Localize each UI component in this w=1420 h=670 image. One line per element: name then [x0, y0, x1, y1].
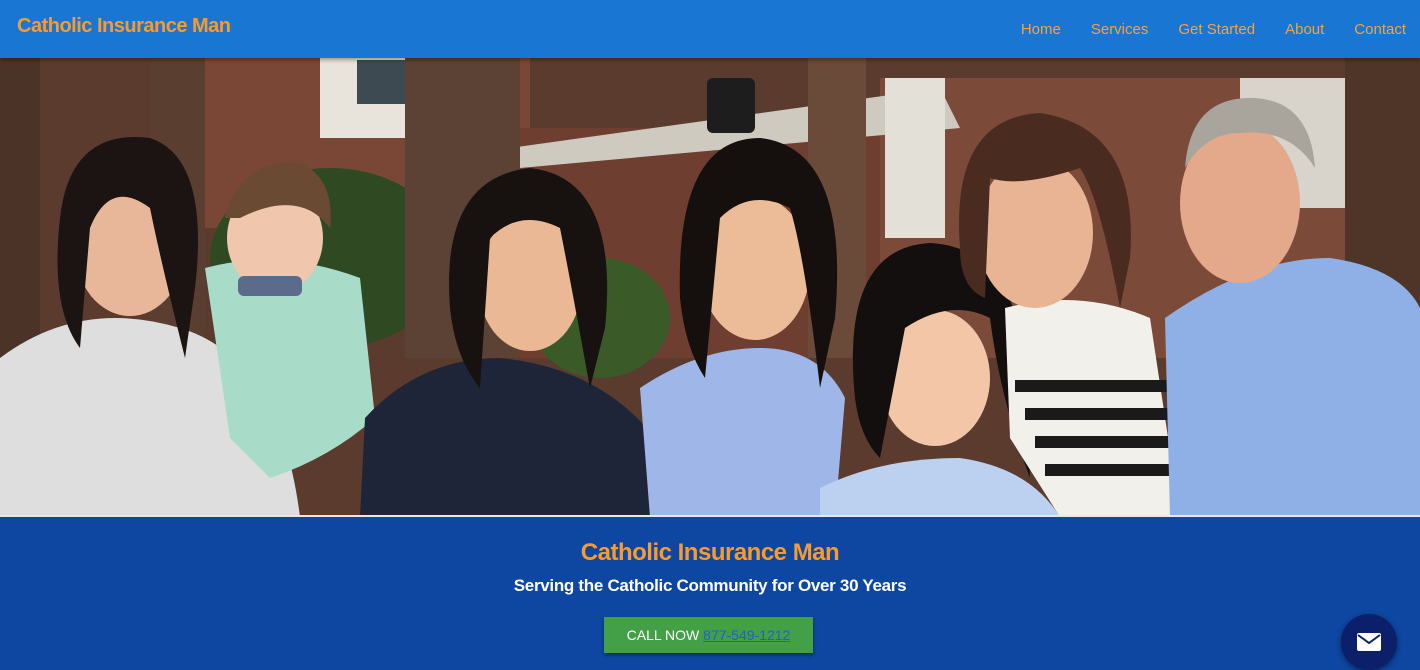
call-now-button[interactable]: CALL NOW 877-549-1212 [604, 617, 813, 653]
contact-mail-button[interactable] [1341, 614, 1397, 670]
call-now-label: CALL NOW [626, 627, 704, 643]
brand-logo-link[interactable]: Catholic Insurance Man [17, 15, 231, 38]
banner-subtitle: Serving the Catholic Community for Over … [513, 576, 907, 595]
hero-banner: Catholic Insurance Man Serving the Catho… [0, 519, 1420, 669]
hero-family-photo [0, 58, 1420, 517]
nav-link-get-started[interactable]: Get Started [1178, 21, 1255, 38]
navbar: Catholic Insurance Man Home Services Get… [0, 0, 1420, 58]
nav-link-about[interactable]: About [1285, 21, 1324, 38]
nav-link-home[interactable]: Home [1021, 21, 1061, 38]
nav-link-services[interactable]: Services [1091, 21, 1149, 38]
family-photo-illustration [0, 58, 1420, 515]
nav-menu: Home Services Get Started About Contact [1006, 0, 1414, 58]
phone-number-link[interactable]: 877-549-1212 [703, 627, 790, 643]
banner-title: Catholic Insurance Man [580, 539, 840, 566]
mail-icon [1357, 633, 1381, 651]
nav-link-contact[interactable]: Contact [1354, 21, 1406, 38]
